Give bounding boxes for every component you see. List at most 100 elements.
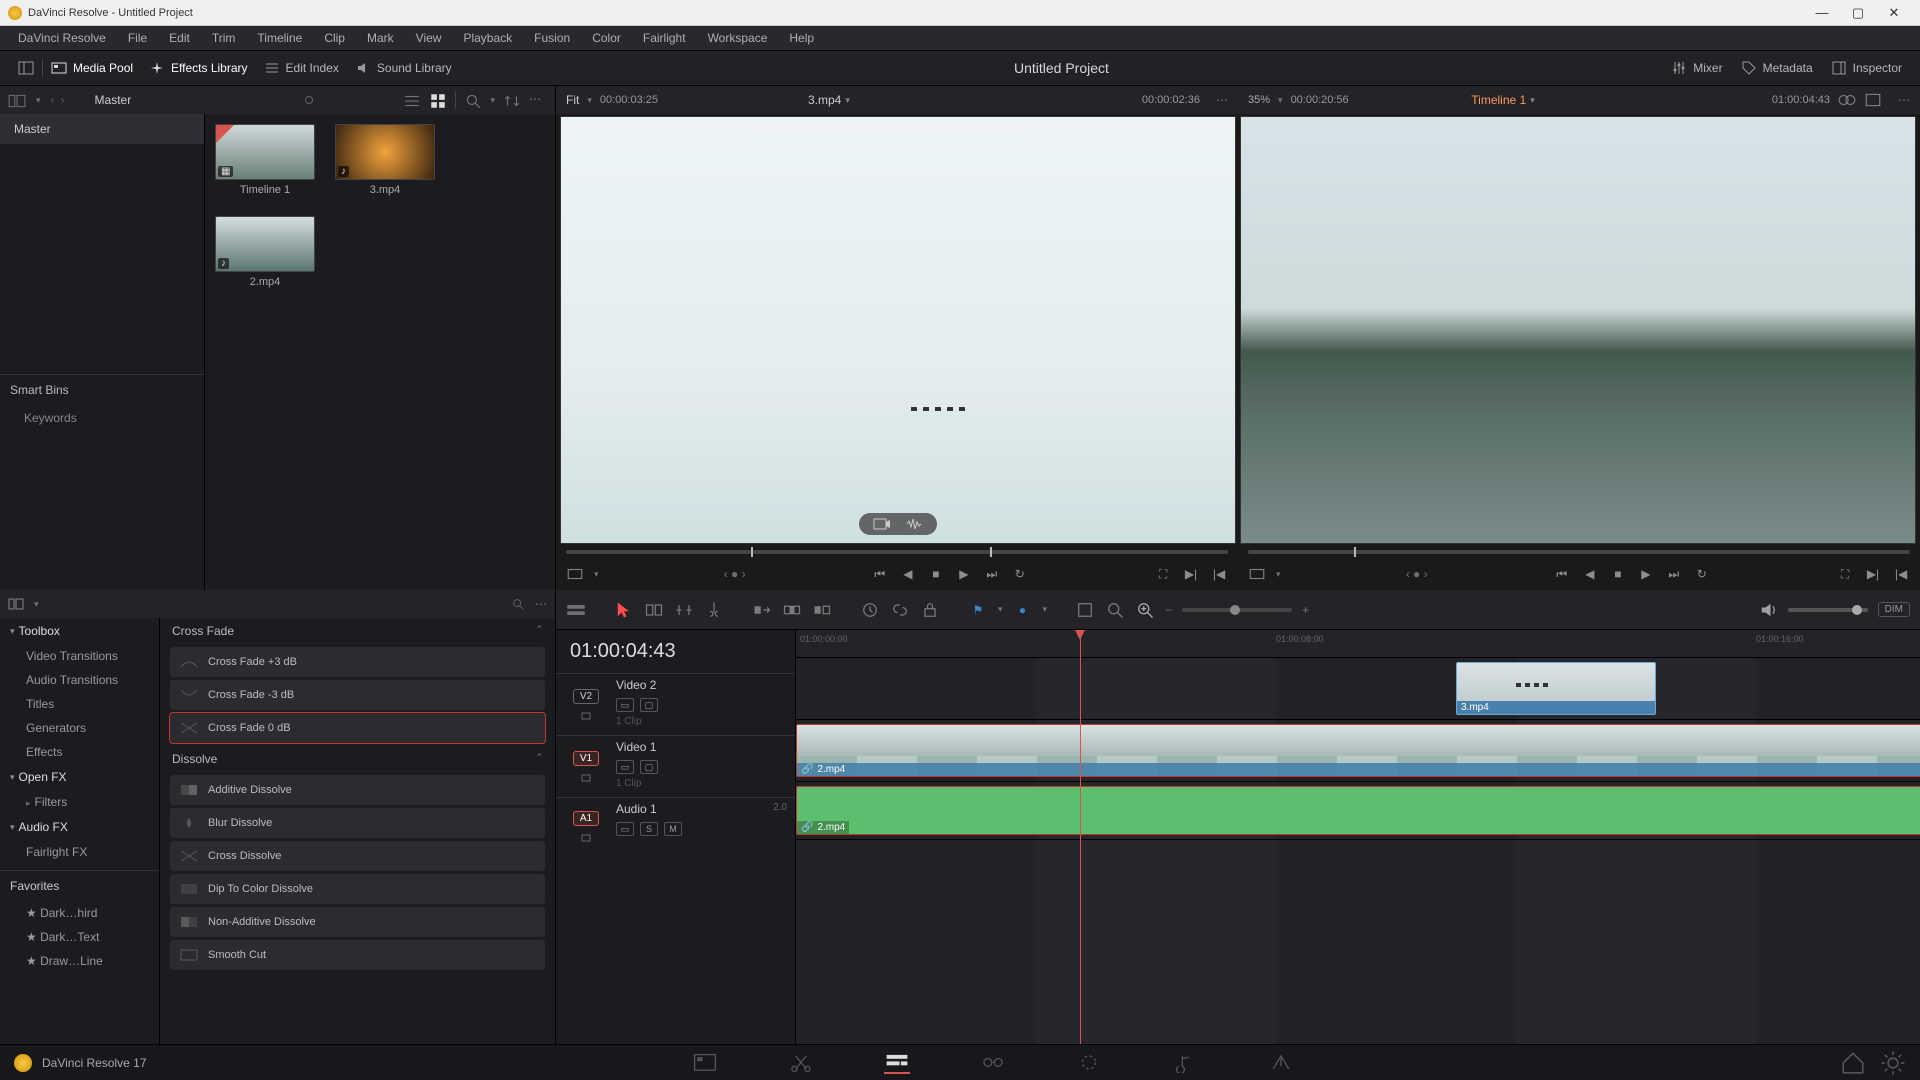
menu-clip[interactable]: Clip [314,28,355,48]
zoom-selected-button[interactable] [1075,601,1095,619]
fx-additive-dissolve[interactable]: Additive Dissolve [170,775,545,805]
smart-bin-keywords[interactable]: Keywords [0,405,204,431]
flag-button[interactable]: ⚑ [968,601,988,619]
fx-search-button[interactable] [511,597,525,611]
play-button[interactable]: ▶ [955,566,973,582]
tl-next-frame-button[interactable]: ⏭ [1665,566,1683,582]
fx-smooth-cut[interactable]: Smooth Cut [170,940,545,970]
track-enable-v1[interactable]: ▢ [640,760,658,774]
zoom-in-button[interactable]: + [1302,603,1309,617]
retime-button[interactable] [860,601,880,619]
in-point-button[interactable]: ▶| [1182,566,1200,582]
auto-select-a1[interactable]: ▭ [616,822,634,836]
source-options[interactable]: ⋯ [1216,93,1228,107]
fx-generators[interactable]: Generators [0,716,159,740]
menu-edit[interactable]: Edit [159,28,200,48]
replace-clip-button[interactable] [812,601,832,619]
bypass-grades-button[interactable] [1838,92,1856,108]
bin-view-button[interactable] [8,92,26,108]
fx-toolbox[interactable]: ▾Toolbox [0,618,159,644]
auto-select-v2[interactable]: ▭ [616,698,634,712]
video-only-icon[interactable] [873,517,891,531]
zoom-full-button[interactable] [1105,601,1125,619]
lane-a1[interactable]: 🔗2.mp4 [796,782,1920,840]
menu-trim[interactable]: Trim [202,28,246,48]
clip-timeline1[interactable]: ▦ Timeline 1 [215,124,315,196]
maximize-button[interactable]: ▢ [1840,5,1876,21]
v1-dest[interactable]: V1 [573,751,599,766]
out-point-button[interactable]: |◀ [1210,566,1228,582]
minimize-button[interactable]: — [1804,5,1840,20]
media-pool-toggle[interactable]: Media Pool [43,56,141,80]
menu-file[interactable]: File [118,28,157,48]
fav-2[interactable]: ★ Dark…Text [0,925,159,949]
auto-select-v1[interactable]: ▭ [616,760,634,774]
lock-icon[interactable] [580,708,592,720]
lane-v1[interactable]: 🔗2.mp4 [796,720,1920,782]
clip-v2-3mp4[interactable]: 3.mp4 [1456,662,1656,715]
single-viewer-button[interactable] [1864,92,1882,108]
page-fusion[interactable] [980,1052,1006,1074]
selection-tool[interactable] [614,601,634,619]
timeline-view-options[interactable] [566,601,586,619]
sort-button[interactable] [503,92,521,108]
fx-group-crossfade[interactable]: Cross Fade⌃ [160,618,555,644]
settings-button[interactable] [1880,1052,1906,1074]
menu-playback[interactable]: Playback [453,28,522,48]
monitor-volume-icon[interactable] [1758,601,1778,619]
fx-dip-to-color[interactable]: Dip To Color Dissolve [170,874,545,904]
search-button[interactable] [464,92,482,108]
menu-fairlight[interactable]: Fairlight [633,28,696,48]
clip-2mp4[interactable]: ♪ 2.mp4 [215,216,315,288]
page-edit[interactable] [884,1052,910,1074]
fx-titles[interactable]: Titles [0,692,159,716]
fx-audio-transitions[interactable]: Audio Transitions [0,668,159,692]
tl-zoom[interactable]: 35% [1248,94,1270,106]
timeline-timecode[interactable]: 01:00:04:43 [556,630,795,673]
tl-fullscreen-button[interactable]: ⛶ [1836,566,1854,582]
nav-back[interactable]: ‹ [51,93,55,107]
matchframe-button[interactable]: ‹ ● › [724,567,746,581]
options-button[interactable]: ⋯ [529,92,547,108]
prev-frame-button[interactable]: ◀ [899,566,917,582]
effects-library-toggle[interactable]: Effects Library [141,56,255,80]
chevron-down-icon[interactable]: ▾ [36,95,41,106]
fx-blur-dissolve[interactable]: Blur Dissolve [170,808,545,838]
fav-1[interactable]: ★ Dark…hird [0,901,159,925]
menu-fusion[interactable]: Fusion [524,28,580,48]
page-fairlight[interactable] [1172,1052,1198,1074]
fx-crossfade-0[interactable]: Cross Fade 0 dB [170,713,545,743]
zoom-out-button[interactable]: − [1165,603,1172,617]
program-options[interactable]: ⋯ [1898,93,1910,107]
fx-filters[interactable]: ▸Filters [0,790,159,814]
volume-slider[interactable] [1788,608,1868,612]
lock-icon[interactable] [580,770,592,782]
fullscreen-button[interactable]: ⛶ [1154,566,1172,582]
fx-fairlightfx[interactable]: Fairlight FX [0,840,159,864]
overwrite-clip-button[interactable] [782,601,802,619]
audio-only-icon[interactable] [905,517,923,531]
tl-first-frame-button[interactable]: ⏮ [1553,566,1571,582]
source-viewer[interactable] [560,116,1236,544]
fx-video-transitions[interactable]: Video Transitions [0,644,159,668]
a1-dest[interactable]: A1 [573,811,599,826]
page-cut[interactable] [788,1052,814,1074]
thumb-view-button[interactable] [429,92,447,108]
matchframe-tl-button[interactable]: ‹ ● › [1406,567,1428,581]
tl-play-button[interactable]: ▶ [1637,566,1655,582]
insert-clip-button[interactable] [752,601,772,619]
tl-out-point-button[interactable]: |◀ [1892,566,1910,582]
fx-group-dissolve[interactable]: Dissolve⌃ [160,746,555,772]
dim-button[interactable]: DIM [1878,602,1910,617]
mixer-toggle[interactable]: Mixer [1663,56,1730,80]
metadata-toggle[interactable]: Metadata [1733,56,1821,80]
timeline-name[interactable]: Timeline 1▾ [1471,93,1534,107]
fx-cross-dissolve[interactable]: Cross Dissolve [170,841,545,871]
fx-audiofx[interactable]: ▾Audio FX [0,814,159,840]
menu-color[interactable]: Color [582,28,631,48]
list-view-button[interactable] [403,92,421,108]
tl-prev-frame-button[interactable]: ◀ [1581,566,1599,582]
inspector-toggle[interactable]: Inspector [1823,56,1910,80]
clip-3mp4[interactable]: ♪ 3.mp4 [335,124,435,196]
zoom-slider[interactable] [1182,608,1292,612]
